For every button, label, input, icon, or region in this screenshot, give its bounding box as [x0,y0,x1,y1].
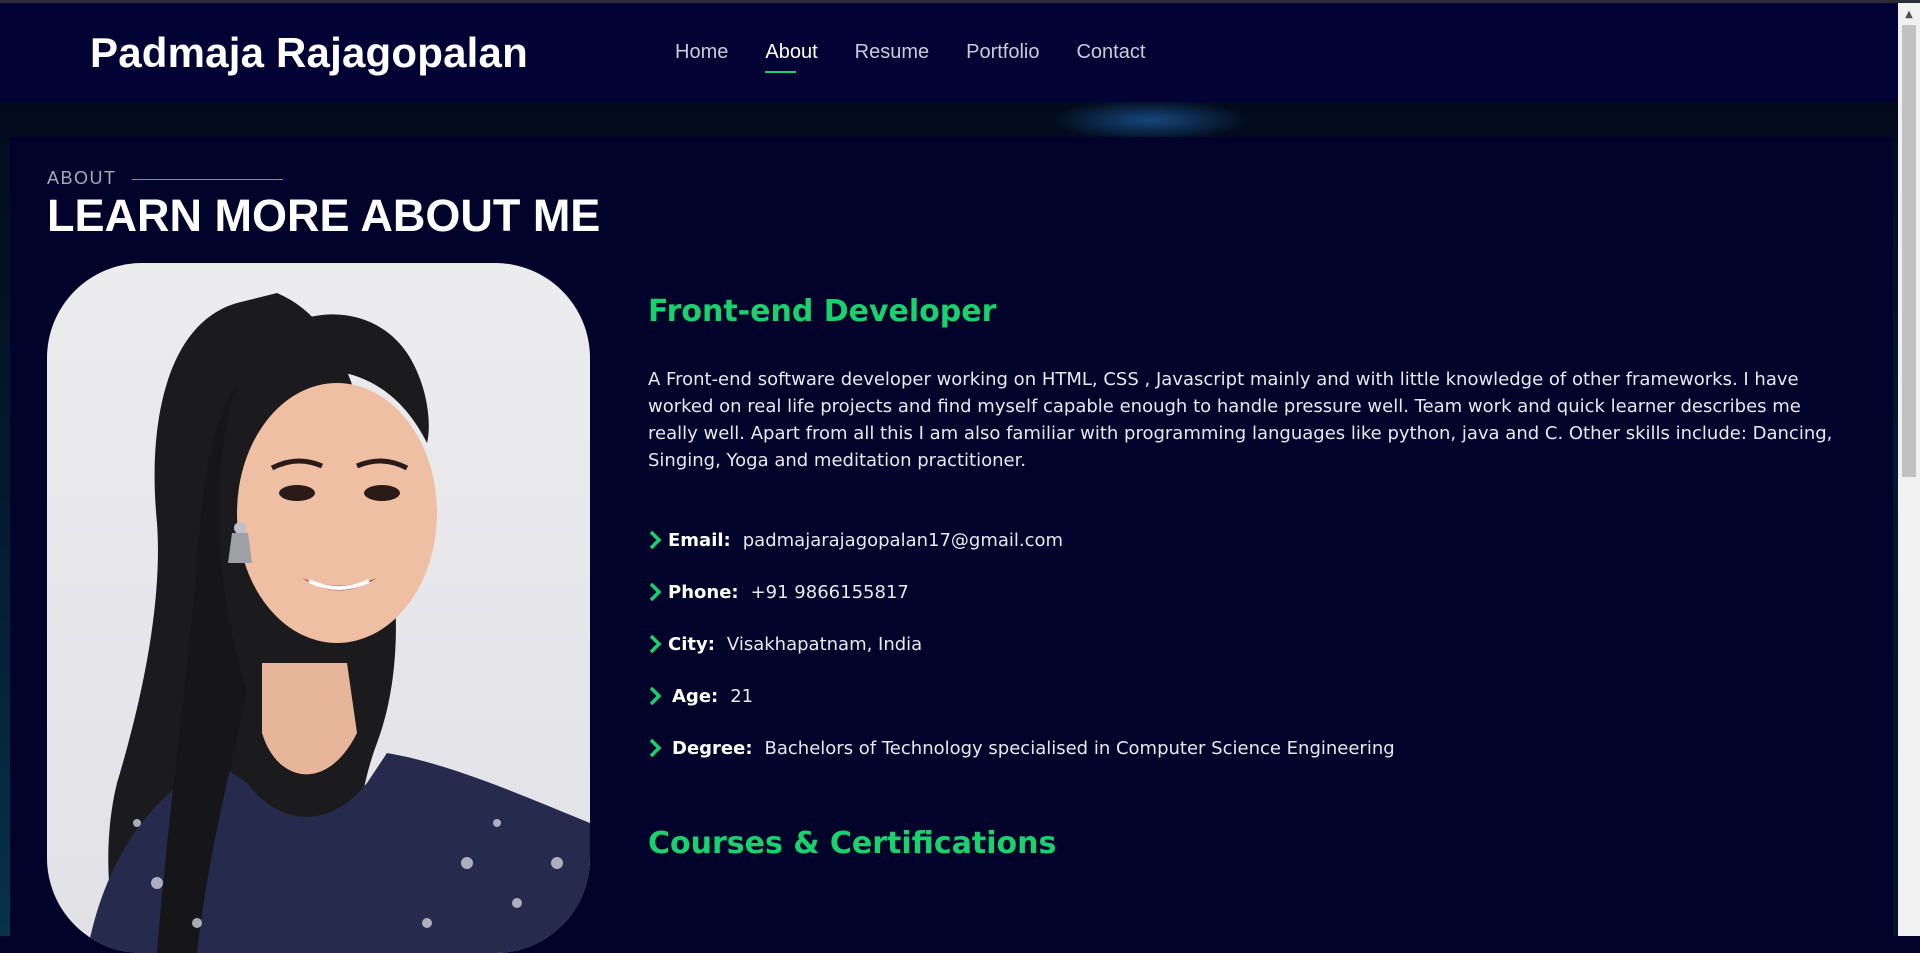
info-row-city: City: Visakhapatnam, India [648,618,1395,670]
info-key: Phone: [668,581,739,603]
chevron-right-icon [648,633,664,655]
info-row-phone: Phone: +91 9866155817 [648,566,1395,618]
age-value: 21 [730,685,754,707]
chevron-right-icon [648,529,664,551]
section-label-divider [132,179,283,180]
info-row-email: Email: padmajarajagopalan17@gmail.com [648,514,1395,566]
section-title: LEARN MORE ABOUT ME [47,190,601,241]
site-header: Padmaja Rajagopalan Home About Resume Po… [0,3,1898,102]
info-key: Email: [668,529,731,551]
info-row-degree: Degree: Bachelors of Technology speciali… [648,722,1395,774]
bio-text: A Front-end software developer working o… [648,369,1833,471]
role-title: Front-end Developer [648,294,997,329]
scrollbar-thumb[interactable] [1902,25,1916,477]
profile-photo-illustration [87,293,590,953]
chevron-right-icon [648,581,664,603]
info-row-age: Age: 21 [648,670,1395,722]
info-key: Age: [672,685,719,707]
info-key: City: [668,633,715,655]
chevron-right-icon [648,685,664,707]
info-list: Email: padmajarajagopalan17@gmail.com Ph… [648,514,1395,774]
chevron-right-icon [648,737,664,759]
city-value: Visakhapatnam, India [726,633,923,655]
email-value: padmajarajagopalan17@gmail.com [742,529,1064,551]
info-key: Degree: [672,737,753,759]
background-band-edge [0,500,10,936]
nav-home[interactable]: Home [675,41,728,64]
degree-value: Bachelors of Technology specialised in C… [764,737,1395,759]
phone-value: +91 9866155817 [750,581,909,603]
arrow-up-icon[interactable]: ▲ [1898,3,1920,25]
section-label: ABOUT [47,168,117,188]
brand-name[interactable]: Padmaja Rajagopalan [90,29,528,77]
profile-photo [47,263,590,953]
nav-resume[interactable]: Resume [855,41,929,64]
nav-about[interactable]: About [765,41,818,73]
nav-portfolio[interactable]: Portfolio [966,41,1039,64]
nav-contact[interactable]: Contact [1076,41,1145,64]
courses-title: Courses & Certifications [648,826,1057,861]
main-nav: Home About Resume Portfolio Contact [675,41,1182,73]
